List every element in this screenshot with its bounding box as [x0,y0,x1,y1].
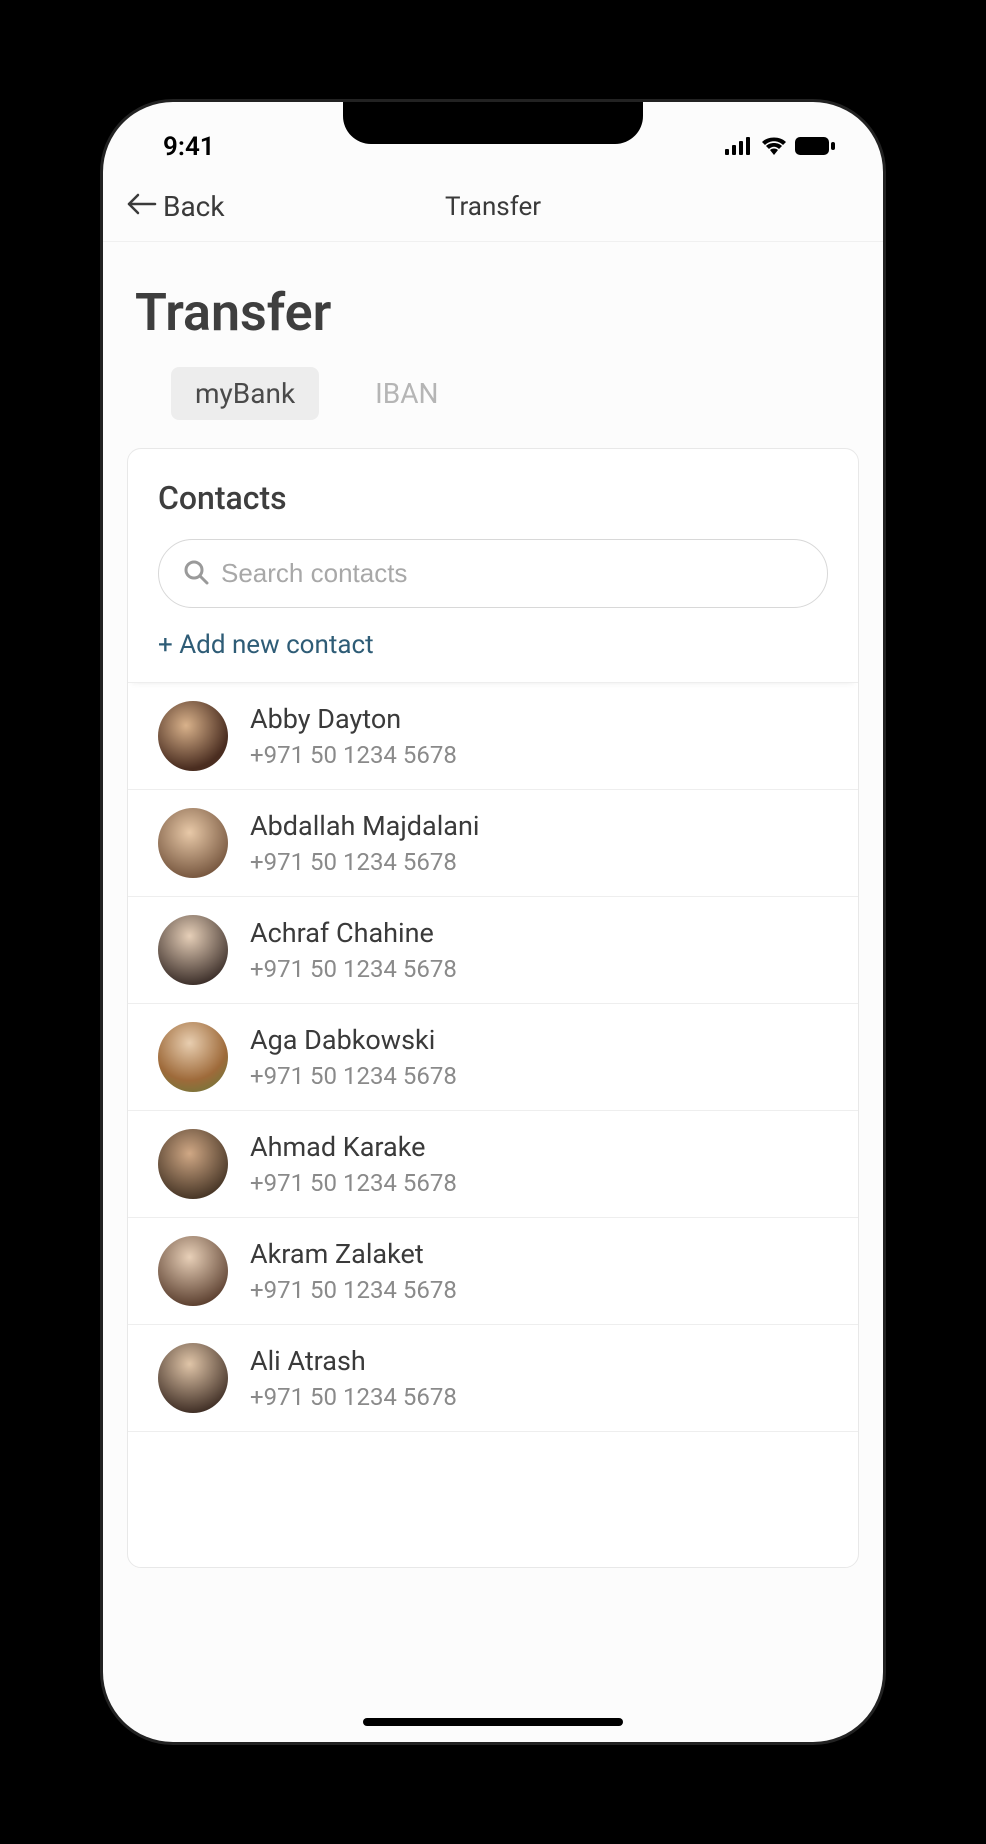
avatar [158,808,228,878]
contact-name: Akram Zalaket [250,1238,457,1270]
avatar [158,1022,228,1092]
home-indicator[interactable] [363,1718,623,1726]
contacts-title: Contacts [128,479,858,517]
search-field[interactable] [158,539,828,608]
nav-bar: Back Transfer [103,172,883,242]
contact-name: Abby Dayton [250,703,457,735]
phone-frame: 9:41 Back Transfer Transfer myBank IBAN [103,102,883,1742]
contact-phone: +971 50 1234 5678 [250,1169,457,1197]
tab-iban[interactable]: IBAN [351,367,462,420]
tabs: myBank IBAN [127,367,859,420]
device-notch [343,102,643,144]
contact-name: Aga Dabkowski [250,1024,457,1056]
contact-row[interactable]: Abby Dayton +971 50 1234 5678 [128,683,858,790]
cellular-icon [725,132,753,162]
avatar [158,1343,228,1413]
contact-row[interactable]: Ali Atrash +971 50 1234 5678 [128,1325,858,1432]
contacts-list: Abby Dayton +971 50 1234 5678 Abdallah M… [128,683,858,1432]
contact-phone: +971 50 1234 5678 [250,1383,457,1411]
contact-phone: +971 50 1234 5678 [250,955,457,983]
back-label: Back [163,190,225,223]
contact-name: Ahmad Karake [250,1131,457,1163]
back-button[interactable]: Back [127,190,225,223]
contact-row[interactable]: Ahmad Karake +971 50 1234 5678 [128,1111,858,1218]
page-title: Transfer [127,282,859,343]
avatar [158,1129,228,1199]
arrow-left-icon [127,190,157,223]
add-contact-link[interactable]: + Add new contact [128,630,858,683]
contact-phone: +971 50 1234 5678 [250,1062,457,1090]
contact-phone: +971 50 1234 5678 [250,741,457,769]
contact-row[interactable]: Aga Dabkowski +971 50 1234 5678 [128,1004,858,1111]
avatar [158,701,228,771]
nav-title: Transfer [445,192,541,222]
avatar [158,1236,228,1306]
contact-name: Abdallah Majdalani [250,810,479,842]
status-time: 9:41 [163,132,215,162]
contact-row[interactable]: Achraf Chahine +971 50 1234 5678 [128,897,858,1004]
contact-phone: +971 50 1234 5678 [250,1276,457,1304]
battery-icon [795,132,835,162]
contact-row[interactable]: Akram Zalaket +971 50 1234 5678 [128,1218,858,1325]
contact-phone: +971 50 1234 5678 [250,848,479,876]
search-input[interactable] [221,558,803,589]
contact-row[interactable]: Abdallah Majdalani +971 50 1234 5678 [128,790,858,897]
search-icon [183,559,209,589]
tab-mybank[interactable]: myBank [171,367,319,420]
wifi-icon [761,132,787,162]
avatar [158,915,228,985]
contact-name: Achraf Chahine [250,917,457,949]
contacts-card: Contacts + Add new contact Abby Dayton +… [127,448,859,1568]
contact-name: Ali Atrash [250,1345,457,1377]
